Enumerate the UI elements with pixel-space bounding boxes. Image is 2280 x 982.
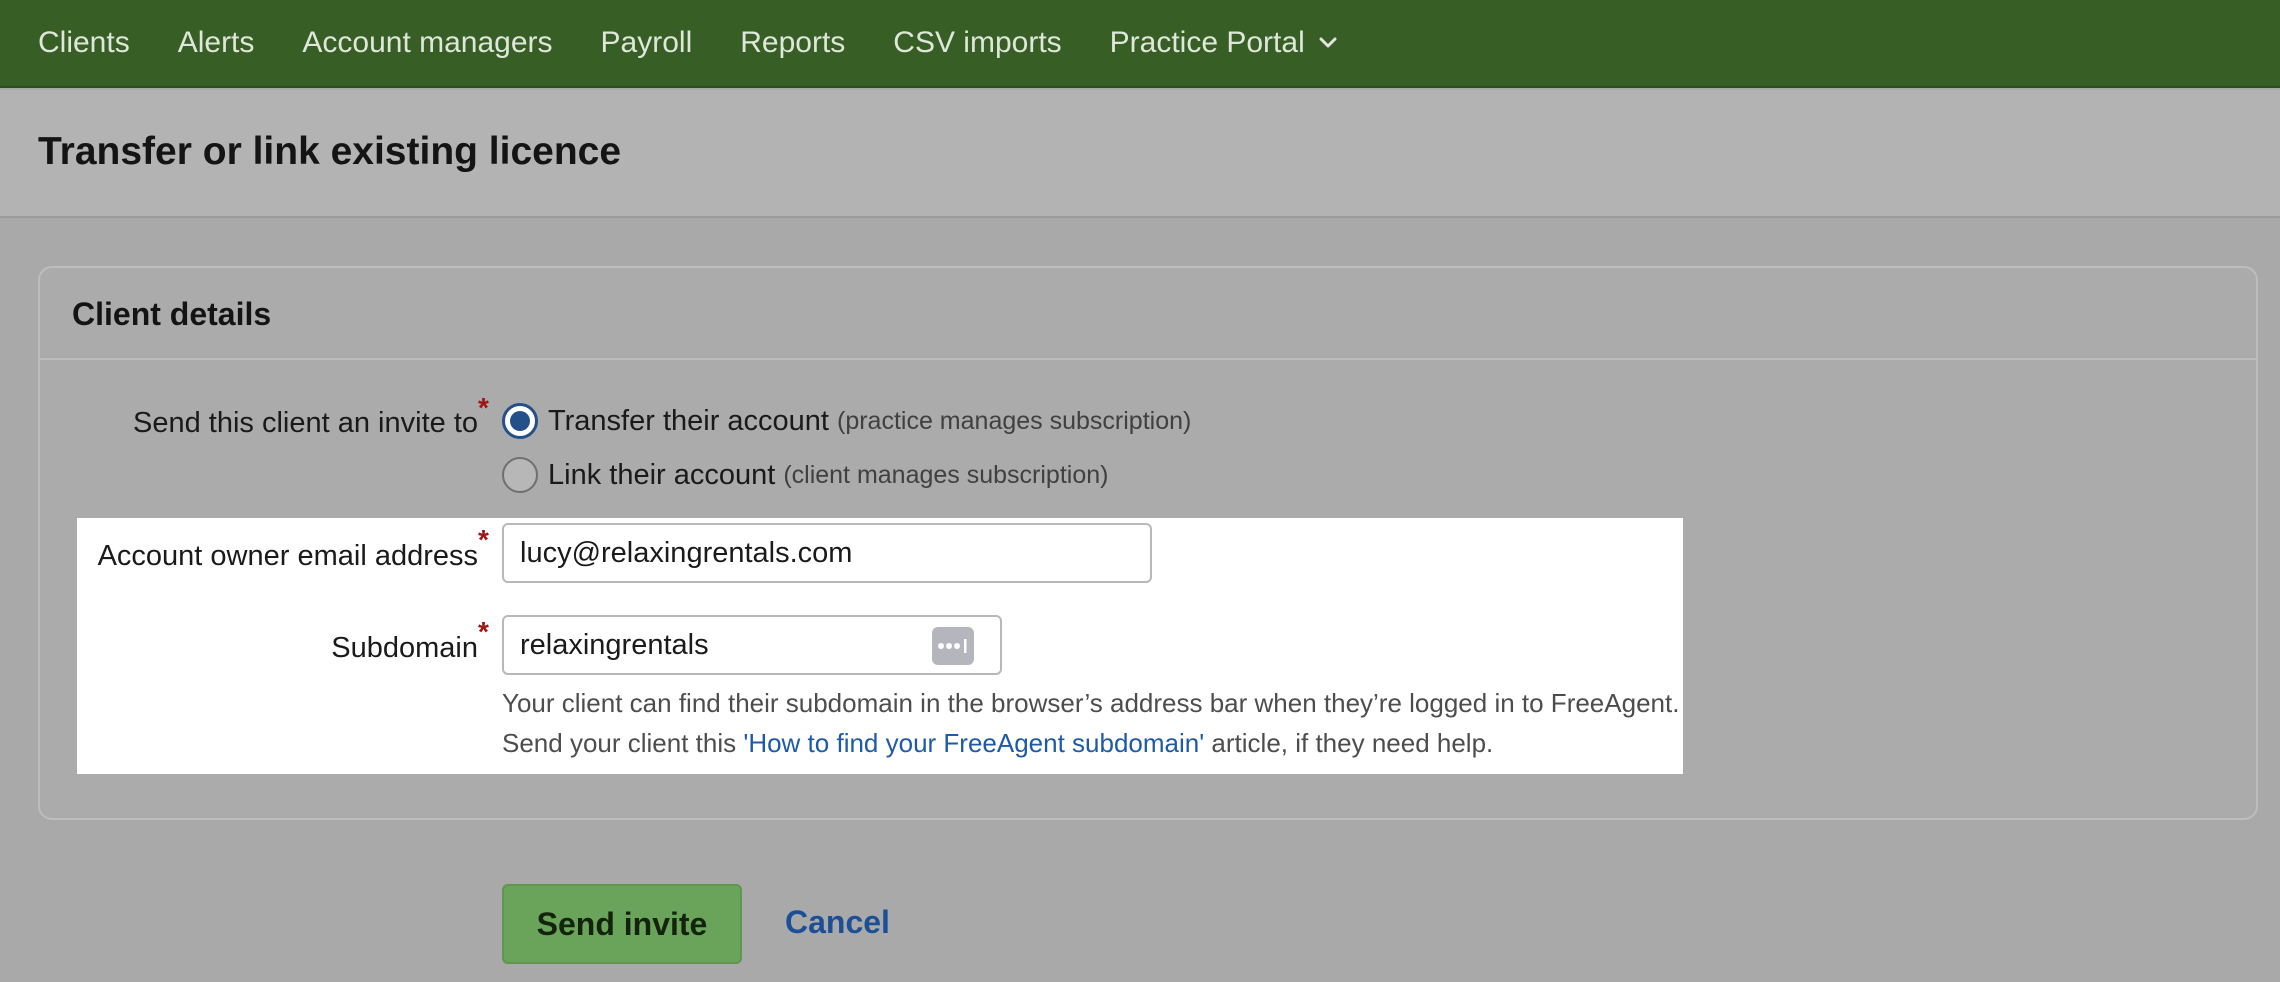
invite-required-mark: *: [478, 392, 489, 423]
subdomain-help-link[interactable]: 'How to find your FreeAgent subdomain': [743, 728, 1204, 758]
help-text-prefix: Send your client this: [502, 728, 744, 758]
nav-item-alerts[interactable]: Alerts: [178, 26, 255, 60]
radio-selected-dot: [510, 411, 530, 431]
cancel-link[interactable]: Cancel: [785, 904, 890, 941]
password-manager-icon[interactable]: [932, 627, 974, 665]
radio-option-link[interactable]: Link their account (client manages subsc…: [502, 457, 1108, 493]
radio-link-hint: (client manages subscription): [783, 460, 1109, 489]
radio-transfer-hint: (practice manages subscription): [837, 406, 1192, 435]
nav-item-payroll[interactable]: Payroll: [601, 26, 693, 60]
top-navigation: Clients Alerts Account managers Payroll …: [0, 0, 2280, 88]
nav-item-account-managers[interactable]: Account managers: [302, 26, 552, 60]
nav-item-csv-imports[interactable]: CSV imports: [893, 26, 1061, 60]
subdomain-input-value: relaxingrentals: [520, 628, 709, 661]
radio-link-label[interactable]: Link their account: [548, 459, 775, 492]
nav-item-reports[interactable]: Reports: [740, 26, 845, 60]
page-title: Transfer or link existing licence: [38, 130, 622, 173]
radio-option-transfer[interactable]: Transfer their account (practice manages…: [502, 403, 1191, 439]
subdomain-help-line-2: Send your client this 'How to find your …: [502, 728, 1493, 759]
radio-link[interactable]: [502, 457, 538, 493]
radio-transfer[interactable]: [502, 403, 538, 439]
email-input[interactable]: lucy@relaxingrentals.com: [502, 523, 1152, 583]
help-text-suffix: article, if they need help.: [1204, 728, 1494, 758]
nav-item-practice-portal[interactable]: Practice Portal: [1110, 26, 1337, 60]
nav-item-practice-portal-label: Practice Portal: [1109, 26, 1305, 59]
email-input-value: lucy@relaxingrentals.com: [520, 536, 853, 569]
subdomain-help-line-1: Your client can find their subdomain in …: [502, 688, 1680, 718]
subdomain-label: Subdomain: [331, 632, 478, 664]
chevron-down-icon: [1319, 37, 1337, 49]
nav-item-clients[interactable]: Clients: [38, 26, 130, 60]
send-invite-button[interactable]: Send invite: [502, 884, 742, 964]
email-required-mark: *: [478, 524, 489, 555]
subdomain-input[interactable]: relaxingrentals: [502, 615, 1002, 675]
invite-label: Send this client an invite to: [133, 407, 478, 439]
subdomain-required-mark: *: [478, 616, 489, 647]
card-title: Client details: [72, 296, 272, 332]
email-label: Account owner email address: [97, 540, 478, 572]
radio-transfer-label[interactable]: Transfer their account: [548, 405, 829, 438]
page-header: Transfer or link existing licence: [0, 90, 2280, 218]
card-header: Client details: [40, 268, 2256, 360]
